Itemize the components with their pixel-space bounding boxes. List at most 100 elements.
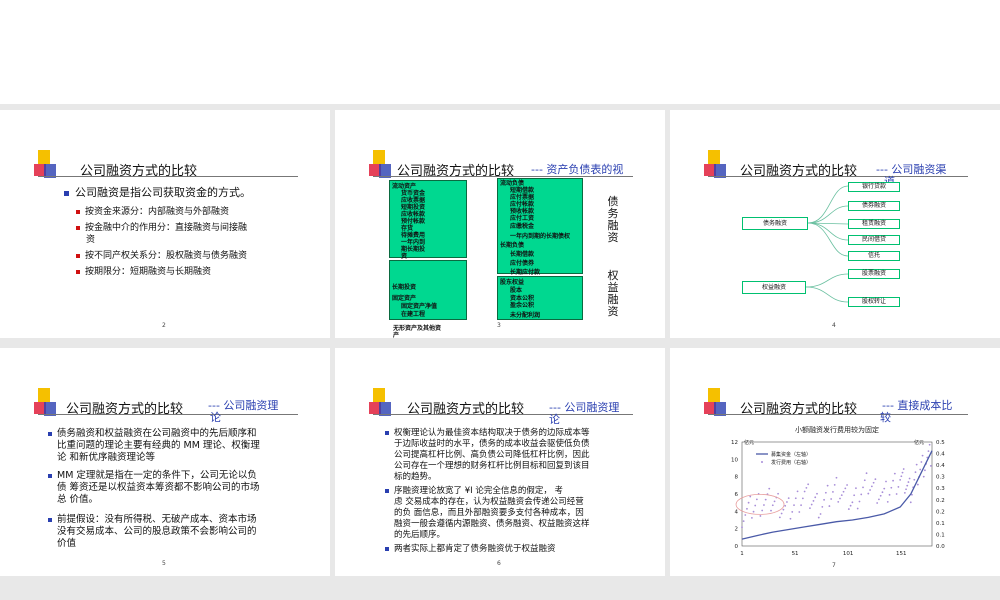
fee-point: [905, 488, 907, 491]
fee-point: [807, 483, 810, 486]
equity-financing-label: 权益融资: [607, 269, 619, 318]
fee-point: [778, 516, 781, 519]
slide-thumbnail-4[interactable]: 公司融资方式的比较 --- 公司融资渠 道 债务融资 权益融资 银行贷款 债券融…: [670, 110, 1000, 338]
box-label: 长期负债: [500, 242, 525, 249]
fee-point: [816, 492, 818, 495]
fee-point: [914, 471, 917, 474]
sub-bullet: 按金融中介的作用分：直接融资与间接融: [76, 222, 247, 234]
right-axis-tick-label: 0.0: [936, 544, 945, 550]
sub-bullet: 按期限分：短期融资与长期融资: [76, 266, 211, 278]
sub-bullet-continuation: 资: [86, 235, 96, 245]
fee-point: [771, 504, 774, 507]
fee-point: [801, 497, 804, 500]
right-axis-tick-label: 0.3: [936, 475, 945, 481]
fee-point: [878, 498, 880, 501]
fee-point: [794, 497, 797, 500]
fee-point: [761, 509, 764, 512]
left-axis-tick-label: 2: [735, 527, 739, 533]
page-number: 4: [832, 322, 836, 329]
fee-point: [812, 500, 815, 502]
fee-point: [922, 475, 925, 478]
fee-point: [830, 498, 833, 500]
fee-point: [879, 494, 882, 497]
fee-point: [798, 511, 801, 513]
left-axis-tick-label: 12: [731, 440, 738, 446]
fee-point: [840, 494, 843, 497]
left-axis-tick-label: 8: [735, 475, 739, 481]
fee-point: [789, 517, 792, 520]
channel-private-lending: 民间借贷: [848, 235, 900, 245]
fee-point: [814, 496, 817, 499]
fee-point: [902, 468, 905, 470]
fee-point: [832, 491, 834, 493]
box-label: 应付债券: [510, 260, 535, 267]
box-label: 在建工程: [401, 311, 426, 318]
fee-point: [906, 484, 909, 487]
right-axis-tick-label: 0.3: [936, 486, 945, 492]
fee-point: [759, 515, 762, 517]
fee-point: [908, 477, 911, 480]
fee-point: [746, 507, 748, 510]
box-label: 应缴税金: [510, 223, 535, 230]
fee-point: [796, 490, 799, 493]
page-number: 7: [832, 562, 836, 569]
fee-point: [916, 483, 919, 486]
box-label: 盈余公积: [510, 302, 535, 309]
slide-decoration-icon: [369, 388, 395, 420]
sub-bullet: 按资金来源分：内部融资与外部融资: [76, 206, 229, 218]
fee-point: [865, 472, 868, 475]
slide-decoration-icon: [34, 388, 60, 420]
fee-point: [828, 505, 831, 507]
fee-point: [819, 513, 822, 515]
box-label: 长期借款: [510, 251, 535, 258]
fee-point: [901, 471, 904, 474]
fee-point: [780, 512, 783, 515]
slide-thumbnail-2[interactable]: 公司融资方式的比较 公司融资是指公司获取资金的方式。 按资金来源分：内部融资与外…: [0, 110, 330, 338]
slide-thumbnail-7[interactable]: 公司融资方式的比较 --- 直接成本比 较 小额融资发行费用较为固定 亿元 亿元 0 2…: [670, 348, 1000, 576]
fee-point: [833, 483, 836, 486]
fee-point: [915, 463, 918, 466]
fee-point: [883, 487, 886, 490]
x-axis-tick-label: 101: [843, 551, 854, 557]
box-label: 未分配利润: [510, 312, 541, 319]
page-number: 2: [162, 322, 166, 329]
fee-point: [903, 491, 906, 494]
slide-thumbnail-3[interactable]: 公司融资方式的比较 --- 资产负债表的视 流动资产 货币资金 应收票据 短期投…: [335, 110, 665, 338]
fee-point: [805, 486, 808, 489]
right-axis-tick-label: 0.2: [936, 498, 945, 504]
box-label: 一年内到期的长期债权: [510, 233, 571, 240]
fee-point: [809, 507, 811, 510]
fee-point: [842, 490, 845, 493]
fee-point: [858, 500, 861, 503]
slide-thumbnail-5[interactable]: 公司融资方式的比较 --- 公司融资理 论 债务融资和权益融资在公司融资中的先后…: [0, 348, 330, 576]
fee-point: [907, 481, 910, 483]
bullet-paragraph: MM 定理就是指在一定的条件下，公司无论以负 债 筹资还是以权益资本筹资都不影响…: [48, 470, 318, 506]
fee-point: [849, 504, 852, 507]
fee-point: [872, 481, 875, 484]
fee-point: [895, 493, 898, 495]
fee-point: [890, 486, 893, 489]
left-axis-tick-label: 0: [735, 544, 739, 550]
bullet-paragraph: 两者实际上都肯定了债务融资优于权益融资: [385, 544, 655, 555]
slide-thumbnail-6[interactable]: 公司融资方式的比较 --- 公司融资理 论 权衡理论认为最佳资本结构取决于债务的…: [335, 348, 665, 576]
chart-title: 小额融资发行费用较为固定: [795, 425, 879, 434]
fee-point: [823, 498, 825, 501]
left-axis-tick-label: 4: [735, 509, 739, 515]
fee-point: [853, 494, 856, 497]
slide-decoration-icon: [369, 150, 395, 182]
left-axis-tick-label: 10: [731, 457, 738, 463]
fee-point: [876, 502, 879, 504]
fee-point: [888, 493, 891, 496]
slide-subtitle-continuation: 论: [549, 413, 560, 426]
fee-point: [919, 468, 922, 471]
legend-marker-fee: [761, 461, 763, 463]
bullet-paragraph: 权衡理论认为最佳资本结构取决于债务的边际成本等 于边际收益时的水平，债务的成本收…: [385, 428, 655, 483]
slide-title: 公司融资方式的比较: [80, 164, 198, 179]
fee-point: [855, 487, 857, 490]
channel-bank-loan: 银行贷款: [848, 182, 900, 192]
fee-point: [751, 516, 753, 519]
fee-point: [800, 504, 802, 507]
channel-stock: 股票融资: [848, 269, 900, 279]
fee-point: [869, 489, 871, 491]
bullet-paragraph: 债务融资和权益融资在公司融资中的先后顺序和 比重问题的理论主要有经典的 MM 理…: [48, 428, 318, 464]
